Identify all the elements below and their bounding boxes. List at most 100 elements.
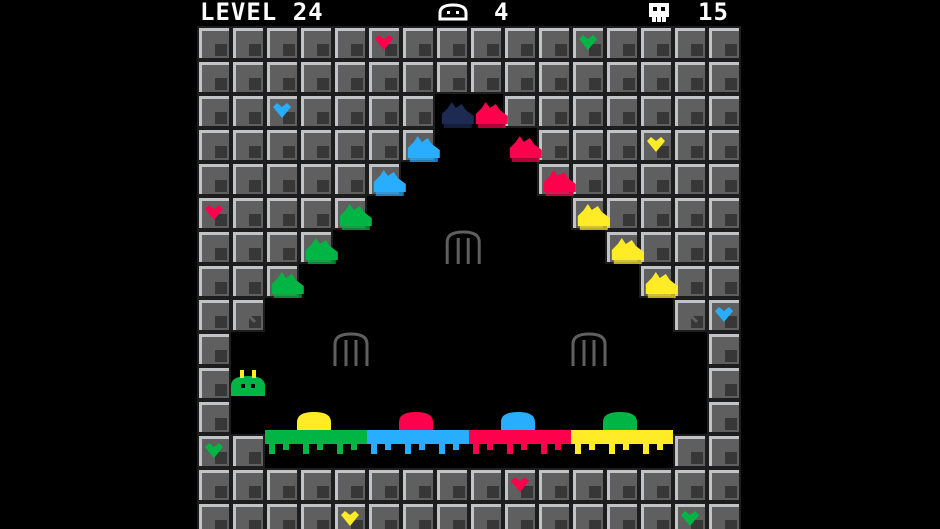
brick-tile xyxy=(707,162,741,196)
brick-tile xyxy=(231,264,265,298)
brick-tile xyxy=(299,196,333,230)
brick-tile xyxy=(605,468,639,502)
brick-tile xyxy=(231,502,265,529)
brick-tile xyxy=(707,26,741,60)
brick-tile xyxy=(197,468,231,502)
brick-tile xyxy=(469,468,503,502)
brick-tile xyxy=(333,128,367,162)
door-icon xyxy=(571,332,607,366)
brick-tile xyxy=(231,128,265,162)
brick-tile xyxy=(333,60,367,94)
brick-tile xyxy=(469,26,503,60)
brick-tile xyxy=(605,26,639,60)
brick-tile xyxy=(299,162,333,196)
brick-tile xyxy=(605,196,639,230)
brick-tile xyxy=(265,26,299,60)
brick-tile xyxy=(469,60,503,94)
brick-tile xyxy=(537,26,571,60)
brick-tile xyxy=(503,502,537,529)
brick-tile xyxy=(469,502,503,529)
brick-tile xyxy=(639,26,673,60)
slime-block xyxy=(441,102,474,128)
brick-tile xyxy=(265,230,299,264)
brick-tile xyxy=(673,162,707,196)
slime-bridge-segment xyxy=(265,430,299,454)
brick-tile xyxy=(605,502,639,529)
brick-tile xyxy=(299,94,333,128)
brick-tile xyxy=(707,434,741,468)
slime-bridge-segment xyxy=(469,430,503,454)
game-board xyxy=(197,26,741,529)
brick-tile xyxy=(639,60,673,94)
brick-tile xyxy=(435,60,469,94)
brick-tile xyxy=(707,196,741,230)
brick-tile xyxy=(265,196,299,230)
goal-blob-green xyxy=(603,412,637,430)
brick-tile xyxy=(707,366,741,400)
brick-tile xyxy=(435,468,469,502)
brick-tile xyxy=(673,434,707,468)
brick-tile xyxy=(639,230,673,264)
brick-tile xyxy=(503,60,537,94)
brick-tile xyxy=(265,128,299,162)
brick-tile xyxy=(537,94,571,128)
brick-tile xyxy=(231,26,265,60)
brick-tile xyxy=(503,26,537,60)
brick-tile xyxy=(401,60,435,94)
brick-tile xyxy=(401,468,435,502)
brick-tile xyxy=(435,26,469,60)
brick-tile xyxy=(231,60,265,94)
slime-bridge-segment xyxy=(537,430,571,454)
brick-tile xyxy=(537,502,571,529)
brick-tile xyxy=(571,128,605,162)
brick-tile xyxy=(197,94,231,128)
brick-tile xyxy=(707,400,741,434)
brick-tile xyxy=(707,332,741,366)
brick-tile xyxy=(197,26,231,60)
brick-tile xyxy=(333,94,367,128)
brick-tile xyxy=(571,94,605,128)
brick-tile xyxy=(231,196,265,230)
brick-tile xyxy=(231,434,265,468)
brick-tile xyxy=(673,264,707,298)
brick-tile xyxy=(367,502,401,529)
brick-tile xyxy=(537,60,571,94)
brick-tile xyxy=(639,94,673,128)
brick-tile xyxy=(299,502,333,529)
brick-tile xyxy=(299,26,333,60)
brick-tile xyxy=(605,128,639,162)
brick-tile xyxy=(231,468,265,502)
brick-tile xyxy=(197,298,231,332)
brick-tile xyxy=(231,230,265,264)
slime-bridge-segment xyxy=(299,430,333,454)
brick-tile xyxy=(639,196,673,230)
brick-tile xyxy=(673,468,707,502)
brick-tile xyxy=(707,502,741,529)
brick-tile xyxy=(401,94,435,128)
brick-tile xyxy=(299,468,333,502)
brick-tile xyxy=(537,128,571,162)
brick-tile xyxy=(435,502,469,529)
brick-tile xyxy=(673,230,707,264)
brick-tile xyxy=(197,332,231,366)
brick-tile xyxy=(367,468,401,502)
brick-tile xyxy=(333,468,367,502)
brick-tile xyxy=(367,128,401,162)
brick-tile xyxy=(571,162,605,196)
brick-tile xyxy=(333,26,367,60)
brick-tile xyxy=(503,94,537,128)
brick-tile xyxy=(265,60,299,94)
slime-bridge-segment xyxy=(401,430,435,454)
brick-tile xyxy=(605,162,639,196)
brick-tile xyxy=(673,128,707,162)
brick-tile xyxy=(707,94,741,128)
brick-tile xyxy=(673,60,707,94)
brick-tile xyxy=(707,128,741,162)
brick-tile xyxy=(673,26,707,60)
brick-tile xyxy=(401,502,435,529)
goal-blob-yellow xyxy=(297,412,331,430)
brick-tile xyxy=(197,60,231,94)
brick-tile xyxy=(707,60,741,94)
door-icon xyxy=(333,332,369,366)
brick-tile xyxy=(299,60,333,94)
